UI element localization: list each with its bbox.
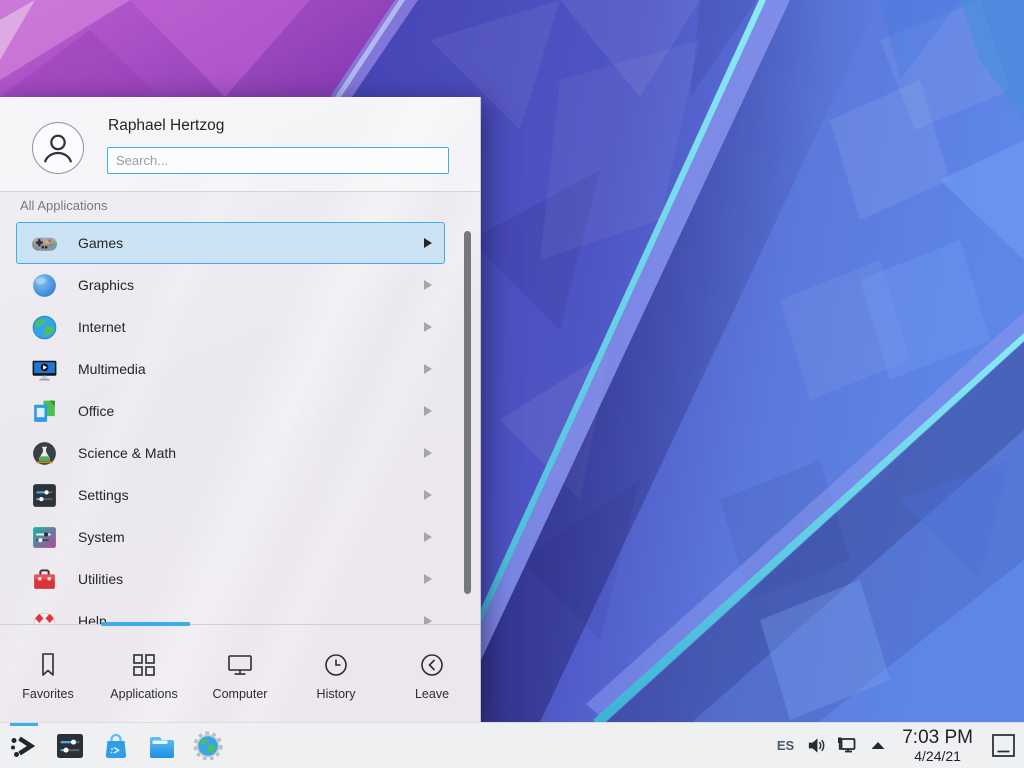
- category-label: Multimedia: [78, 361, 424, 377]
- taskbar: ES: [0, 722, 1024, 768]
- category-list: Games Graphics: [16, 222, 445, 624]
- submenu-arrow-icon: [424, 448, 432, 458]
- active-tab-indicator: [101, 622, 190, 626]
- submenu-arrow-icon: [424, 238, 432, 248]
- submenu-arrow-icon: [424, 280, 432, 290]
- clock-time: 7:03 PM: [902, 728, 973, 747]
- flask-icon: [30, 439, 59, 468]
- section-label: All Applications: [20, 198, 107, 213]
- volume-icon[interactable]: [805, 735, 827, 757]
- category-label: Graphics: [78, 277, 424, 293]
- file-manager-icon: [146, 730, 178, 762]
- category-graphics[interactable]: Graphics: [16, 264, 445, 306]
- category-games[interactable]: Games: [16, 222, 445, 264]
- submenu-arrow-icon: [424, 574, 432, 584]
- person-icon: [38, 128, 78, 168]
- system-tray: ES: [775, 728, 1024, 763]
- search-input[interactable]: [107, 147, 449, 174]
- user-name: Raphael Hertzog: [108, 117, 224, 135]
- app-grid-icon: [129, 650, 159, 680]
- active-app-indicator: [10, 723, 38, 726]
- keyboard-layout-indicator[interactable]: ES: [775, 738, 796, 753]
- category-help[interactable]: Help: [16, 600, 445, 624]
- web-browser-launcher[interactable]: [192, 730, 224, 762]
- system-settings-icon: [54, 730, 86, 762]
- category-internet[interactable]: Internet: [16, 306, 445, 348]
- tab-applications[interactable]: Applications: [96, 628, 192, 722]
- discover-launcher[interactable]: [100, 730, 132, 762]
- file-manager-launcher[interactable]: [146, 730, 178, 762]
- tab-label: History: [317, 687, 356, 701]
- tab-label: Leave: [415, 687, 449, 701]
- tab-label: Favorites: [22, 687, 73, 701]
- category-utilities[interactable]: Utilities: [16, 558, 445, 600]
- category-system[interactable]: System: [16, 516, 445, 558]
- leave-back-icon: [417, 650, 447, 680]
- submenu-arrow-icon: [424, 364, 432, 374]
- paint-sphere-icon: [30, 271, 59, 300]
- web-browser-icon: [192, 730, 224, 762]
- category-office[interactable]: Office: [16, 390, 445, 432]
- globe-icon: [30, 313, 59, 342]
- category-label: Settings: [78, 487, 424, 503]
- scrollbar[interactable]: [464, 231, 471, 594]
- category-label: Games: [78, 235, 424, 251]
- show-desktop-button[interactable]: [990, 732, 1017, 759]
- submenu-arrow-icon: [424, 532, 432, 542]
- documents-icon: [30, 397, 59, 426]
- tabbar-separator: [0, 624, 480, 625]
- launcher-tabbar: Favorites Applications C: [0, 628, 480, 722]
- tab-history[interactable]: History: [288, 628, 384, 722]
- category-label: Utilities: [78, 571, 424, 587]
- submenu-arrow-icon: [424, 406, 432, 416]
- taskbar-launchers: [0, 730, 224, 762]
- sliders-icon: [30, 481, 59, 510]
- category-label: Office: [78, 403, 424, 419]
- launcher-header: Raphael Hertzog: [0, 97, 480, 192]
- desktop: Raphael Hertzog All Applications Games: [0, 0, 1024, 768]
- tab-label: Computer: [213, 687, 268, 701]
- category-label: Internet: [78, 319, 424, 335]
- application-launcher-menu: Raphael Hertzog All Applications Games: [0, 97, 481, 722]
- gamepad-icon: [30, 229, 59, 258]
- tab-leave[interactable]: Leave: [384, 628, 480, 722]
- system-sliders-icon: [30, 523, 59, 552]
- history-clock-icon: [321, 650, 351, 680]
- toolbox-icon: [30, 565, 59, 594]
- submenu-arrow-icon: [424, 322, 432, 332]
- digital-clock[interactable]: 7:03 PM 4/24/21: [902, 728, 973, 763]
- computer-icon: [225, 650, 255, 680]
- category-settings[interactable]: Settings: [16, 474, 445, 516]
- tab-label: Applications: [110, 687, 177, 701]
- category-multimedia[interactable]: Multimedia: [16, 348, 445, 390]
- bookmark-icon: [33, 650, 63, 680]
- network-icon[interactable]: [836, 735, 858, 757]
- tab-computer[interactable]: Computer: [192, 628, 288, 722]
- system-settings-launcher[interactable]: [54, 730, 86, 762]
- discover-icon: [100, 730, 132, 762]
- kde-launcher-icon: [8, 730, 40, 762]
- category-label: System: [78, 529, 424, 545]
- submenu-arrow-icon: [424, 616, 432, 624]
- media-screen-icon: [30, 355, 59, 384]
- app-launcher-button[interactable]: [8, 730, 40, 762]
- user-avatar: [32, 122, 84, 174]
- submenu-arrow-icon: [424, 490, 432, 500]
- expand-tray-icon[interactable]: [867, 735, 889, 757]
- category-science-math[interactable]: Science & Math: [16, 432, 445, 474]
- tab-favorites[interactable]: Favorites: [0, 628, 96, 722]
- clock-date: 4/24/21: [914, 749, 961, 763]
- category-label: Science & Math: [78, 445, 424, 461]
- lifebuoy-icon: [30, 607, 59, 625]
